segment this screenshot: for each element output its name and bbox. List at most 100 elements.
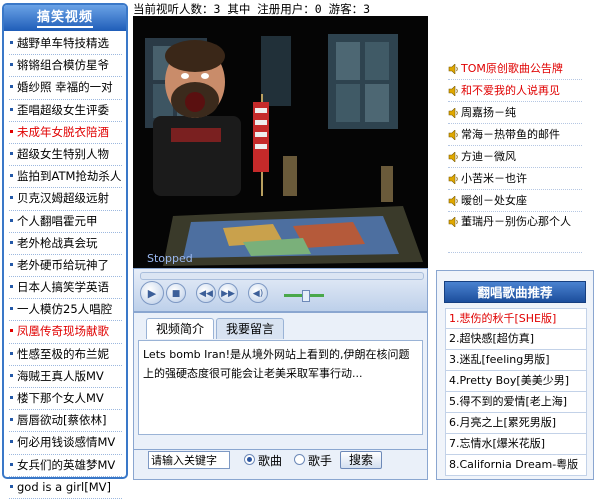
- funny-video-item[interactable]: 性感至极的布兰妮: [9, 344, 122, 366]
- tab-leave-message[interactable]: 我要留言: [216, 318, 285, 339]
- volume-handle[interactable]: [302, 290, 310, 302]
- song-radio-label: 歌曲: [258, 454, 283, 468]
- speaker-icon: [448, 86, 458, 96]
- speaker-icon: [448, 217, 458, 227]
- viewer-count-status: 当前视听人数：3 其中 注册用户：0 游客：3: [133, 2, 371, 16]
- play-icon[interactable]: ▶: [140, 281, 164, 305]
- bullet-icon: [10, 151, 13, 155]
- bullet-icon: [10, 218, 13, 222]
- funny-video-label: 海贼王真人版MV: [17, 368, 104, 383]
- next-icon[interactable]: ▶▶: [218, 283, 238, 303]
- funny-video-label: 越野单车特技精选: [17, 36, 109, 50]
- song-label: 小苦米－也许: [461, 172, 527, 185]
- song-label: 和不爱我的人说再见: [461, 84, 560, 97]
- bullet-icon: [10, 373, 13, 377]
- search-input[interactable]: [148, 451, 230, 469]
- singer-radio[interactable]: [294, 454, 305, 465]
- cover-songs-panel: 翻唱歌曲推荐 1.悲伤的秋千[SHE版] 2.超快感[超仿真] 3.迷乱[feeli…: [436, 270, 594, 480]
- cover-songs-list: 1.悲伤的秋千[SHE版] 2.超快感[超仿真] 3.迷乱[feeling男版] 4.…: [445, 308, 587, 476]
- funny-video-item[interactable]: 老外硬币给玩神了: [9, 255, 122, 278]
- funny-video-label: 歪唱超级女生评委: [17, 102, 109, 117]
- cover-song-item[interactable]: 8.California Dream-粤版: [445, 455, 587, 476]
- previous-icon[interactable]: ◀◀: [196, 283, 216, 303]
- funny-video-item[interactable]: 海贼王真人版MV: [9, 366, 122, 388]
- song-label: 周嘉扬－纯: [461, 106, 516, 119]
- player-controls: ▶ ■ ◀◀ ▶▶ ◀): [133, 268, 428, 312]
- song-radio[interactable]: [244, 454, 255, 465]
- song-label: 常海－热带鱼的邮件: [461, 128, 560, 141]
- song-label: 暧创－处女座: [461, 194, 527, 207]
- funny-video-item[interactable]: 监拍到ATM抢劫杀人: [9, 166, 122, 189]
- funny-video-label: 凤凰传奇现场献歌: [17, 324, 109, 339]
- funny-video-item[interactable]: 楼下那个女人MV: [9, 388, 122, 411]
- speaker-icon: [448, 196, 458, 206]
- funny-video-title: 搞笑视频: [4, 5, 126, 31]
- cover-songs-title: 翻唱歌曲推荐: [444, 281, 586, 303]
- speaker-icon: [448, 108, 458, 118]
- funny-video-item[interactable]: 锵锵组合模仿星爷: [9, 55, 122, 78]
- stop-icon[interactable]: ■: [166, 283, 186, 303]
- song-label: 方迪－微风: [461, 150, 516, 163]
- funny-video-item[interactable]: 个人翻唱霍元甲: [9, 211, 122, 233]
- song-item[interactable]: TOM原创歌曲公告牌: [448, 58, 582, 80]
- tab-video-intro[interactable]: 视频简介: [146, 318, 215, 339]
- funny-video-label: 女兵们的英雄梦MV: [17, 457, 116, 472]
- search-button[interactable]: 搜索: [340, 451, 382, 469]
- funny-video-item[interactable]: 超级女生特别人物: [9, 144, 122, 167]
- song-item[interactable]: 董瑞丹－别伤心那个人: [448, 212, 582, 253]
- volume-icon[interactable]: ◀): [248, 283, 268, 303]
- song-item[interactable]: 周嘉扬－纯: [448, 102, 582, 124]
- bullet-icon: [10, 41, 13, 44]
- cover-song-item[interactable]: 5.得不到的爱情[老上海]: [445, 392, 587, 413]
- funny-video-item[interactable]: 未成年女脱衣陪酒: [9, 122, 122, 144]
- singer-radio-label: 歌手: [308, 454, 333, 468]
- funny-video-label: 贝克汉姆超级远射: [17, 191, 109, 206]
- funny-video-item[interactable]: 婚纱照 幸福的一对: [9, 77, 122, 100]
- bullet-icon: [10, 462, 13, 466]
- speaker-icon: [448, 174, 458, 184]
- video-player[interactable]: Stopped: [133, 16, 428, 268]
- funny-video-item[interactable]: 何必用钱谈感情MV: [9, 432, 122, 455]
- funny-video-label: 未成年女脱衣陪酒: [17, 124, 109, 139]
- funny-video-item[interactable]: god is a girl[MV]: [9, 477, 122, 499]
- funny-video-label: god is a girl[MV]: [17, 479, 112, 494]
- funny-video-label: 监拍到ATM抢劫杀人: [17, 169, 122, 184]
- song-item[interactable]: 小苦米－也许: [448, 168, 582, 190]
- funny-video-label: 楼下那个女人MV: [17, 391, 104, 405]
- song-label: 董瑞丹－别伤心那个人: [461, 215, 571, 228]
- cover-song-item[interactable]: 4.Pretty Boy[美美少男]: [445, 371, 587, 392]
- funny-video-item[interactable]: 一人模仿25人唱腔: [9, 299, 122, 322]
- funny-video-item[interactable]: 日本人搞笑学英语: [9, 277, 122, 300]
- cover-song-item[interactable]: 3.迷乱[feeling男版]: [445, 350, 587, 371]
- song-item[interactable]: 和不爱我的人说再见: [448, 80, 582, 102]
- funny-video-label: 老外枪战真会玩: [17, 235, 98, 250]
- bullet-icon: [10, 484, 13, 488]
- song-list: TOM原创歌曲公告牌 和不爱我的人说再见 周嘉扬－纯常海－热带鱼的邮件 方迪－微风小苦…: [448, 58, 582, 253]
- bullet-icon: [10, 329, 13, 333]
- funny-video-item[interactable]: 老外枪战真会玩: [9, 233, 122, 255]
- funny-video-label: 老外硬币给玩神了: [17, 257, 109, 272]
- funny-video-label: 个人翻唱霍元甲: [17, 213, 98, 228]
- funny-video-item[interactable]: 女兵们的英雄梦MV: [9, 455, 122, 477]
- player-state: Stopped: [147, 252, 193, 265]
- funny-video-item[interactable]: 唇唇欲动[蔡依林]: [9, 410, 122, 433]
- funny-video-item[interactable]: 贝克汉姆超级远射: [9, 188, 122, 211]
- funny-video-item[interactable]: 越野单车特技精选: [9, 33, 122, 56]
- bullet-icon: [10, 418, 13, 422]
- song-item[interactable]: 暧创－处女座: [448, 190, 582, 212]
- bullet-icon: [10, 285, 13, 289]
- cover-song-item[interactable]: 1.悲伤的秋千[SHE版]: [445, 308, 587, 329]
- funny-video-label: 何必用钱谈感情MV: [17, 435, 116, 450]
- seek-bar[interactable]: [140, 272, 424, 280]
- funny-video-item[interactable]: 凤凰传奇现场献歌: [9, 321, 122, 344]
- cover-song-item[interactable]: 6.月亮之上[累死男版]: [445, 413, 587, 434]
- song-item[interactable]: 常海－热带鱼的邮件: [448, 124, 582, 146]
- funny-video-item[interactable]: 歪唱超级女生评委: [9, 100, 122, 122]
- funny-video-label: 性感至极的布兰妮: [17, 346, 109, 361]
- cover-song-item[interactable]: 2.超快感[超仿真]: [445, 329, 587, 350]
- cover-song-item[interactable]: 7.忘情水[爆米花版]: [445, 434, 587, 455]
- video-description: Lets bomb Iran!是从境外网站上看到的,伊朗在核问题上的强硬态度很可…: [138, 340, 423, 435]
- bullet-icon: [10, 262, 13, 266]
- song-label: TOM原创歌曲公告牌: [461, 62, 563, 75]
- song-item[interactable]: 方迪－微风: [448, 146, 582, 168]
